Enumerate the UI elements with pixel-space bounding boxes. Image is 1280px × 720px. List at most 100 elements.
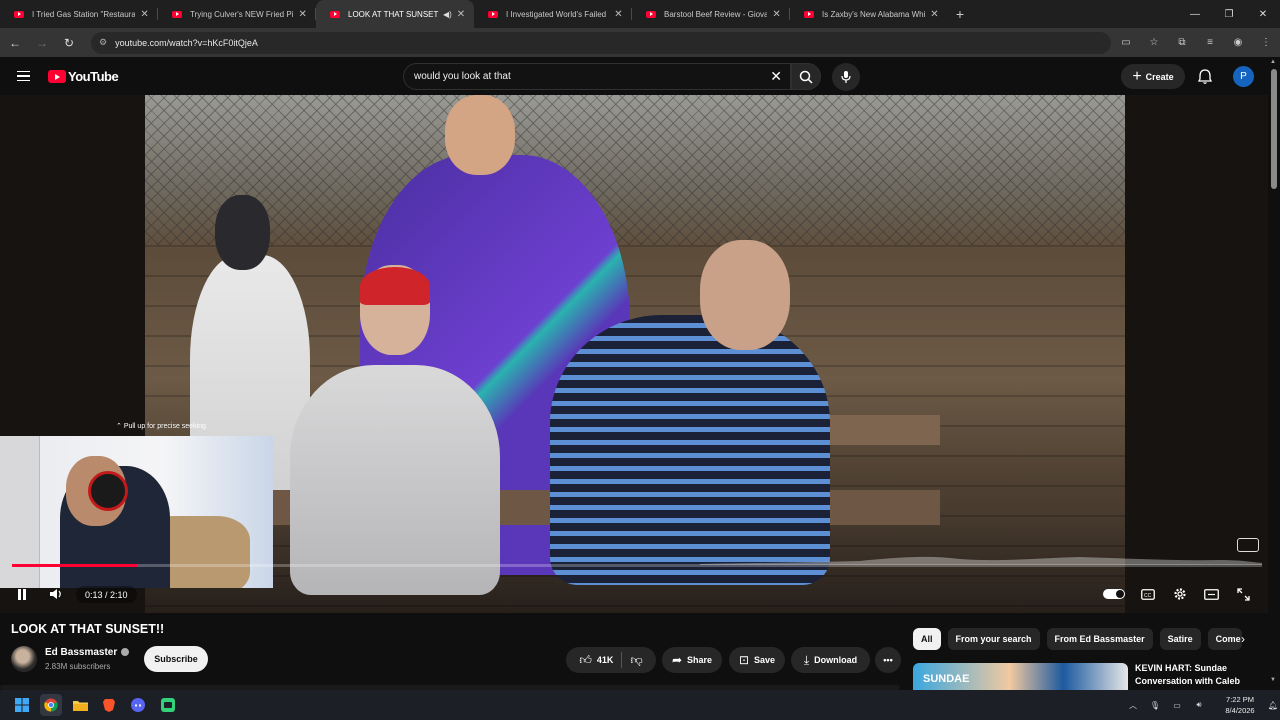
minimize-icon[interactable]: — (1178, 0, 1212, 28)
tab-audio-icon[interactable]: ◀) (443, 10, 452, 19)
new-tab-plus-icon[interactable]: + (948, 0, 972, 28)
chips-next-arrow-icon[interactable]: › (1234, 630, 1252, 648)
url-field[interactable]: ⚙ youtube.com/watch?v=hKcF0itQjeA (91, 31, 1111, 54)
taskbar-chrome[interactable] (40, 694, 62, 716)
youtube-favicon-icon (804, 10, 814, 18)
extensions-icon[interactable]: ⧉ (1168, 37, 1196, 48)
like-button[interactable]: 👍︎ 41K (579, 653, 613, 668)
profile-icon[interactable]: ◉ (1224, 37, 1252, 48)
recommendation-title[interactable]: KEVIN HART: Sundae Conversation with Cal… (1135, 662, 1260, 688)
tab-close-icon[interactable]: ✕ (613, 9, 624, 20)
save-button[interactable]: ⊡ Save (729, 647, 785, 673)
site-info-icon[interactable]: ⚙ (99, 37, 107, 48)
tab-close-icon[interactable]: ✕ (297, 9, 308, 20)
chip-all[interactable]: All (913, 628, 941, 650)
bookmark-star-icon[interactable]: ☆ (1140, 37, 1168, 48)
headset-icon (88, 471, 128, 511)
player-controls: 0:13 / 2:10 CC (0, 580, 1268, 608)
browser-tab[interactable]: Is Zaxby's New Alabama White ✕ (790, 0, 948, 28)
subscribe-button[interactable]: Subscribe (144, 646, 208, 672)
volume-button[interactable] (46, 580, 66, 608)
share-arrow-icon: ➦ (671, 653, 683, 667)
system-tray: ︿ 🎙︎ ▭ 🔊︎ 7:22 PM 8/4/2026 🔔︎ (1126, 690, 1280, 720)
channel-avatar[interactable] (11, 646, 37, 672)
recommendation-thumbnail[interactable]: SUNDAE (913, 663, 1128, 690)
scroll-up-arrow-icon[interactable]: ▲ (1270, 59, 1276, 65)
channel-watermark-icon[interactable] (1237, 538, 1259, 552)
tray-microphone-icon[interactable]: 🎙︎ (1148, 701, 1162, 710)
video-player[interactable]: ⌃ Pull up for precise seeking 0:13 / 2:1… (0, 95, 1268, 613)
taskbar-brave[interactable] (98, 694, 120, 716)
tab-close-icon[interactable]: ✕ (456, 9, 466, 20)
cast-icon[interactable]: ▭ (1112, 37, 1140, 48)
chip-satire[interactable]: Satire (1159, 628, 1201, 650)
video-title: LOOK AT THAT SUNSET!! (11, 622, 165, 636)
taskbar-file-explorer[interactable] (69, 694, 91, 716)
youtube-logo[interactable]: YouTube (48, 69, 119, 84)
account-avatar[interactable]: P (1233, 66, 1254, 87)
search-button[interactable] (791, 63, 821, 90)
folder-icon (72, 701, 88, 711)
chip-from-ed-bassmaster[interactable]: From Ed Bassmaster (1046, 628, 1153, 650)
fullscreen-button[interactable] (1233, 580, 1253, 608)
thumbs-down-icon: 👎︎ (630, 652, 643, 667)
notification-center-icon[interactable]: 🔔︎ (1266, 701, 1280, 710)
download-button[interactable]: ⤓ Download (791, 647, 870, 673)
theater-mode-icon (1203, 588, 1219, 600)
reload-icon[interactable]: ↻ (57, 31, 81, 55)
pause-button[interactable] (12, 580, 32, 608)
window-controls: — ❐ ✕ (1178, 0, 1280, 28)
forward-arrow-icon[interactable]: → (30, 31, 54, 55)
notifications-button[interactable] (1195, 66, 1215, 86)
reading-list-icon[interactable]: ≡ (1196, 37, 1224, 48)
youtube-favicon-icon (330, 10, 340, 18)
theater-mode-button[interactable] (1201, 580, 1221, 608)
back-arrow-icon[interactable]: ← (3, 31, 27, 55)
scroll-down-arrow-icon[interactable]: ▼ (1270, 677, 1276, 683)
tray-volume-icon[interactable]: 🔊︎ (1192, 700, 1206, 710)
voice-search-button[interactable] (832, 63, 860, 91)
like-dislike-group: 👍︎ 41K 👎︎ (566, 647, 656, 673)
browser-toolbar-right: ▭ ☆ ⧉ ≡ ◉ ⋮ (1112, 28, 1280, 57)
autoplay-toggle[interactable] (1103, 589, 1125, 599)
tray-overflow-chevron-icon[interactable]: ︿ (1126, 700, 1140, 711)
browser-tab[interactable]: I Tried Gas Station "Restaurants ✕ (0, 0, 158, 28)
progress-bar[interactable] (12, 564, 1262, 567)
start-button[interactable] (11, 694, 33, 716)
captions-icon: CC (1141, 588, 1155, 600)
page-scrollbar[interactable]: ▲ ▼ (1268, 57, 1280, 690)
dislike-button[interactable]: 👎︎ (630, 653, 642, 668)
taskbar-discord[interactable] (127, 694, 149, 716)
settings-button[interactable] (1170, 580, 1190, 608)
clear-search-icon[interactable]: ✕ (770, 68, 782, 85)
hamburger-menu-icon[interactable] (17, 71, 30, 81)
youtube-favicon-icon (488, 10, 498, 18)
address-bar: ← → ↻ ⚙ youtube.com/watch?v=hKcF0itQjeA … (0, 28, 1280, 57)
more-actions-button[interactable]: ••• (875, 647, 901, 673)
tray-network-icon[interactable]: ▭ (1170, 701, 1184, 710)
browser-tab[interactable]: I Investigated World's Failed La ✕ (474, 0, 632, 28)
tab-close-icon[interactable]: ✕ (771, 9, 782, 20)
more-menu-icon[interactable]: ⋮ (1252, 37, 1280, 48)
chevron-up-icon: ⌃ (116, 423, 124, 430)
seek-hint: ⌃ Pull up for precise seeking (116, 423, 206, 430)
tab-close-icon[interactable]: ✕ (929, 9, 940, 20)
browser-tab-active[interactable]: LOOK AT THAT SUNSET!! - Y ◀) ✕ (316, 0, 474, 28)
channel-name[interactable]: Ed Bassmaster (45, 647, 130, 658)
taskbar-app[interactable] (157, 694, 179, 716)
chip-from-your-search[interactable]: From your search (947, 628, 1040, 650)
create-button[interactable]: + Create (1121, 64, 1185, 89)
browser-tab[interactable]: Trying Culver's NEW Fried Pickle ✕ (158, 0, 316, 28)
taskbar-clock[interactable]: 7:22 PM 8/4/2026 (1214, 694, 1266, 716)
share-button[interactable]: ➦ Share (662, 647, 722, 673)
tab-close-icon[interactable]: ✕ (139, 9, 150, 20)
captions-button[interactable]: CC (1138, 580, 1158, 608)
search-input[interactable]: would you look at that ✕ (403, 63, 791, 90)
youtube-favicon-icon (172, 10, 182, 18)
restore-icon[interactable]: ❐ (1212, 0, 1246, 28)
pause-icon (18, 588, 26, 600)
close-window-icon[interactable]: ✕ (1246, 0, 1280, 28)
browser-tab[interactable]: Barstool Beef Review - Giovanni ✕ (632, 0, 790, 28)
scrollbar-thumb[interactable] (1271, 69, 1277, 189)
app-icon (161, 698, 175, 712)
